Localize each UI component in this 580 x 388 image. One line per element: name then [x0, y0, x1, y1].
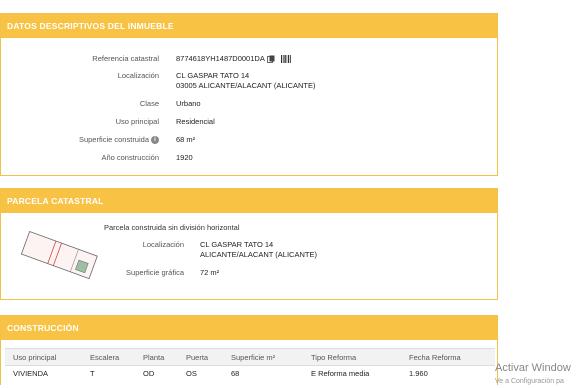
col-puerta: Puerta [178, 348, 223, 366]
parcela-localizacion-value: CL GASPAR TATO 14 ALICANTE/ALACANT (ALIC… [200, 240, 317, 260]
referencia-value-group: 8774618YH1487D0001DA [176, 54, 291, 64]
referencia-value[interactable]: 8774618YH1487D0001DA [176, 54, 265, 63]
uso-row: Uso principal Residencial [1, 117, 499, 127]
clase-row: Clase Urbano [1, 99, 499, 109]
parcela-title: PARCELA CATASTRAL [1, 189, 497, 213]
table-header-row: Uso principal Escalera Planta Puerta Sup… [5, 348, 495, 366]
activation-watermark: Activar Window [495, 362, 571, 374]
cell-planta: OD [143, 368, 155, 378]
parcela-localizacion-line2: ALICANTE/ALACANT (ALICANTE) [200, 250, 317, 259]
cell-fecha-reforma: 1.960 [409, 368, 428, 378]
clase-label: Clase [139, 99, 159, 108]
col-tipo-reforma: Tipo Reforma [303, 348, 401, 366]
info-icon[interactable]: i [151, 136, 159, 145]
parcela-description: Parcela construida sin división horizont… [104, 223, 240, 232]
cell-escalera: T [90, 368, 95, 378]
superficie-label-group: Superficie construida i [9, 135, 159, 145]
col-planta: Planta [135, 348, 178, 366]
superficie-value: 68 m² [176, 135, 196, 144]
localizacion-label: Localización [117, 71, 159, 80]
cell-uso: VIVIENDA [13, 368, 49, 378]
cell-superficie: 68 [231, 368, 240, 378]
uso-value: Residencial [176, 117, 215, 126]
localizacion-value: CL GASPAR TATO 14 03005 ALICANTE/ALACANT… [176, 71, 316, 91]
copy-icon[interactable] [266, 55, 275, 63]
uso-label: Uso principal [115, 117, 159, 126]
construccion-panel: CONSTRUCCIÓN Uso principal Escalera Plan… [0, 315, 498, 385]
anio-value: 1920 [176, 153, 193, 162]
table-row: VIVIENDA T OD OS 68 E Reforma media 1.96… [5, 366, 495, 381]
localizacion-line2: 03005 ALICANTE/ALACANT (ALICANTE) [176, 81, 316, 90]
parcela-localizacion-line1: CL GASPAR TATO 14 [200, 240, 274, 249]
superficie-label: Superficie construida [78, 135, 149, 144]
parcela-superficie-row: Superficie gráfica 72 m² [1, 268, 499, 278]
cell-puerta: OS [186, 368, 197, 378]
col-uso-principal: Uso principal [5, 348, 82, 366]
barcode-icon[interactable] [280, 55, 291, 64]
referencia-label: Referencia catastral [92, 54, 159, 63]
construccion-title: CONSTRUCCIÓN [1, 316, 497, 340]
cell-tipo-reforma: E Reforma media [311, 368, 370, 378]
parcela-catastral-panel: PARCELA CATASTRAL Parcela construida sin… [0, 188, 498, 300]
localizacion-line1: CL GASPAR TATO 14 [176, 71, 250, 80]
anio-row: Año construcción 1920 [1, 153, 499, 163]
clase-value: Urbano [176, 99, 201, 108]
parcela-localizacion-label: Localización [142, 240, 184, 249]
col-escalera: Escalera [82, 348, 135, 366]
parcela-superficie-label: Superficie gráfica [126, 268, 184, 277]
datos-descriptivos-panel: DATOS DESCRIPTIVOS DEL INMUEBLE Referenc… [0, 13, 498, 176]
referencia-row: Referencia catastral 8774618YH1487D0001D… [1, 54, 499, 64]
construccion-table: Uso principal Escalera Planta Puerta Sup… [5, 348, 495, 381]
localizacion-row: Localización CL GASPAR TATO 14 03005 ALI… [1, 71, 499, 91]
activation-watermark-sub: Ve a Configuración pa [495, 378, 564, 385]
col-fecha-reforma: Fecha Reforma [401, 348, 495, 366]
parcela-superficie-value: 72 m² [200, 268, 220, 277]
anio-label: Año construcción [101, 153, 159, 162]
superficie-row: Superficie construida i 68 m² [1, 135, 499, 145]
parcela-localizacion-row: Localización CL GASPAR TATO 14 ALICANTE/… [1, 240, 499, 260]
datos-descriptivos-title: DATOS DESCRIPTIVOS DEL INMUEBLE [1, 14, 497, 38]
col-superficie: Superficie m² [223, 348, 303, 366]
